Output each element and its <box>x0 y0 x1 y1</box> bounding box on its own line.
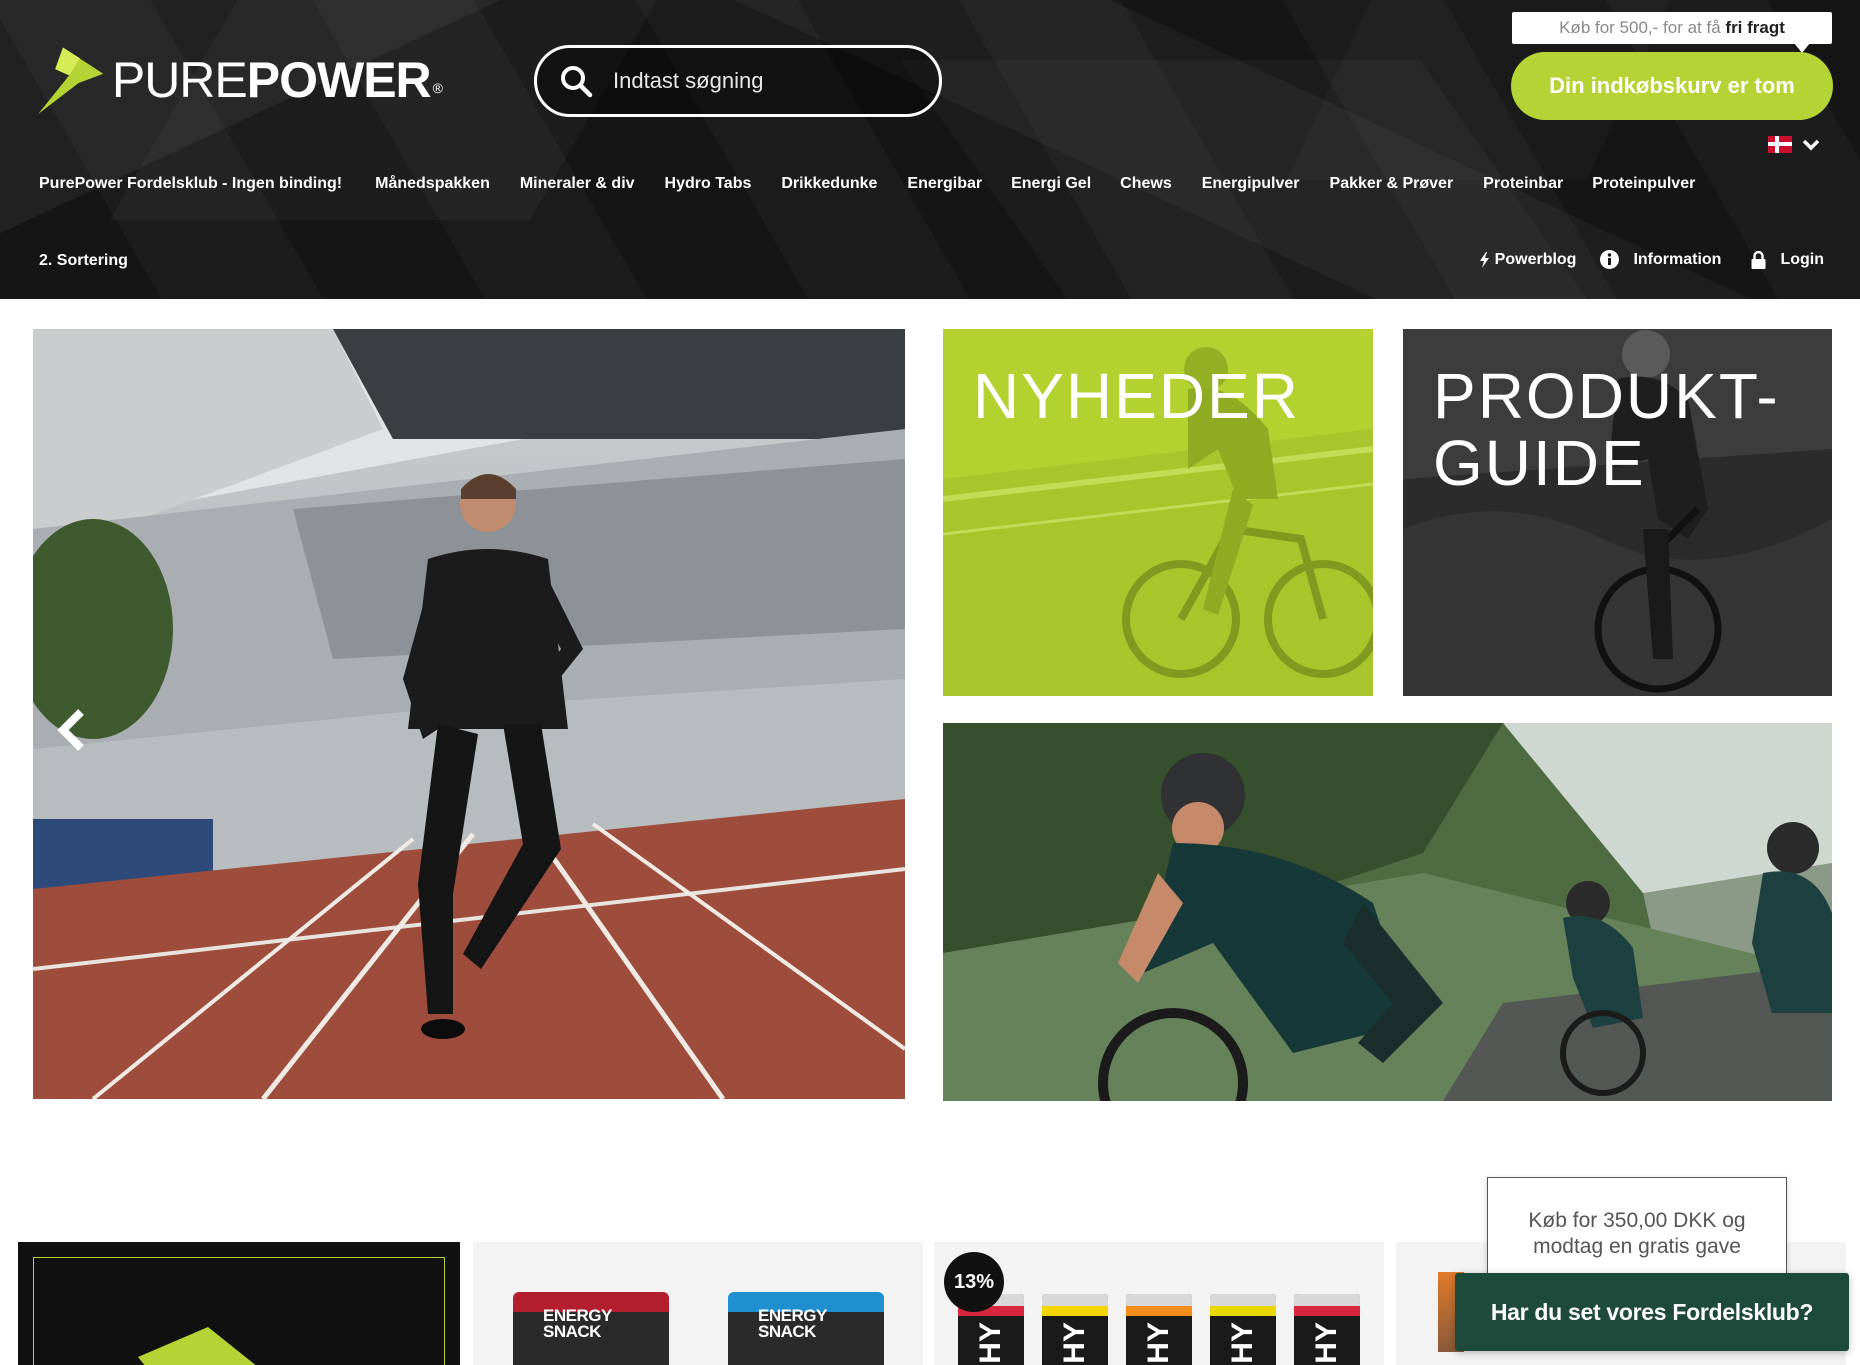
slider-prev-arrow-icon[interactable] <box>55 708 89 752</box>
hydro-tube: HY <box>1042 1294 1108 1365</box>
brand-name-part2: POWER <box>246 52 432 108</box>
free-shipping-text: Køb for 500,- for at få <box>1559 18 1726 37</box>
tube-label: HY <box>1226 1322 1259 1364</box>
main-navigation: PurePower Fordelsklub - Ingen binding! M… <box>39 175 1695 193</box>
nav-item-fordelsklub[interactable]: PurePower Fordelsklub - Ingen binding! <box>39 175 342 193</box>
tube-label: HY <box>1058 1322 1091 1364</box>
news-title: NYHEDER <box>973 360 1300 432</box>
product-card[interactable]: ENERGY SNACK ENERGY SNACK <box>473 1242 923 1365</box>
nav-item-energibar[interactable]: Energibar <box>907 175 982 193</box>
tube-label: HY <box>974 1322 1007 1364</box>
product-guide-title-line1: PRODUKT- <box>1433 360 1780 432</box>
nav-item-energipulver[interactable]: Energipulver <box>1202 175 1300 193</box>
secondary-navigation: Powerblog Information Login <box>1479 250 1824 269</box>
product-card[interactable] <box>18 1242 460 1365</box>
site-header: PUREPOWER® Køb for 500,- for at få fri f… <box>0 0 1860 299</box>
tube-band <box>1042 1306 1108 1316</box>
search-icon[interactable] <box>559 64 593 98</box>
nav-item-maanedspakken[interactable]: Månedspakken <box>375 175 490 193</box>
gift-notice-popup: Køb for 350,00 DKK og modtag en gratis g… <box>1487 1177 1787 1287</box>
registered-mark: ® <box>432 80 443 96</box>
free-shipping-bold: fri fragt <box>1725 18 1785 37</box>
danish-flag-icon <box>1768 136 1792 153</box>
nav-item-drikkedunke[interactable]: Drikkedunke <box>781 175 877 193</box>
hero-slider-image-runner[interactable] <box>33 329 905 1099</box>
energy-snack-pack-blue: ENERGY SNACK <box>728 1292 884 1365</box>
hydro-tube: HY <box>1210 1294 1276 1365</box>
discount-badge: 13% <box>944 1252 1004 1312</box>
snack-label: ENERGY SNACK <box>758 1307 827 1342</box>
brand-wordmark: PUREPOWER ® <box>111 52 443 108</box>
cycling-team-video-tile[interactable] <box>943 723 1832 1101</box>
login-link[interactable]: Login <box>1751 250 1824 269</box>
brand-name-part1: PURE <box>111 52 248 108</box>
nav-item-sortering[interactable]: 2. Sortering <box>39 252 128 270</box>
tube-cap <box>1042 1294 1108 1306</box>
energy-snack-pack-red: ENERGY SNACK <box>513 1292 669 1365</box>
product-guide-title: PRODUKT- GUIDE <box>1433 360 1780 500</box>
nav-item-energi-gel[interactable]: Energi Gel <box>1011 175 1091 193</box>
information-link[interactable]: Information <box>1600 250 1721 269</box>
language-selector[interactable] <box>1768 136 1820 153</box>
tube-cap <box>1210 1294 1276 1306</box>
login-label: Login <box>1780 250 1824 268</box>
news-tile[interactable]: NYHEDER <box>943 329 1373 696</box>
snack-label-line2: SNACK <box>758 1322 816 1342</box>
product-card[interactable]: HY HY HY HY HY <box>934 1242 1384 1365</box>
brand-logo[interactable]: PUREPOWER ® <box>32 32 443 128</box>
loyalty-club-button[interactable]: Har du set vores Fordelsklub? <box>1455 1273 1849 1351</box>
chevron-down-icon <box>1802 139 1820 150</box>
info-icon <box>1600 250 1620 269</box>
snack-label-line2: SNACK <box>543 1322 601 1342</box>
lightning-icon <box>1479 251 1489 268</box>
nav-item-chews[interactable]: Chews <box>1120 175 1172 193</box>
free-shipping-notice: Køb for 500,- for at få fri fragt <box>1512 12 1832 53</box>
tube-band <box>1294 1306 1360 1316</box>
information-label: Information <box>1633 250 1722 268</box>
gift-text-line1: Køb for 350,00 DKK og <box>1528 1209 1746 1232</box>
nav-item-proteinpulver[interactable]: Proteinpulver <box>1592 175 1695 193</box>
product-guide-title-line2: GUIDE <box>1433 427 1646 500</box>
tube-label: HY <box>1142 1322 1175 1364</box>
tube-cap <box>1126 1294 1192 1306</box>
nav-item-proteinbar[interactable]: Proteinbar <box>1483 175 1563 193</box>
nav-item-mineraler[interactable]: Mineraler & div <box>520 175 635 193</box>
hydro-tube: HY <box>1294 1294 1360 1365</box>
gift-text-line2: modtag en gratis gave <box>1533 1235 1741 1259</box>
cart-button[interactable]: Din indkøbskurv er tom <box>1511 52 1833 120</box>
search-box[interactable] <box>534 45 942 117</box>
nav-item-hydro-tabs[interactable]: Hydro Tabs <box>665 175 752 193</box>
nav-item-pakker-proever[interactable]: Pakker & Prøver <box>1330 175 1454 193</box>
tube-label: HY <box>1310 1322 1343 1364</box>
lightning-logo-icon <box>38 47 104 115</box>
cycling-team-illustration <box>943 723 1832 1101</box>
lock-icon <box>1751 250 1766 269</box>
search-input[interactable] <box>613 68 913 94</box>
lightning-logo-icon <box>138 1327 256 1365</box>
snack-label: ENERGY SNACK <box>543 1307 612 1342</box>
powerblog-link[interactable]: Powerblog <box>1479 250 1577 269</box>
tube-cap <box>1294 1294 1360 1306</box>
powerblog-label: Powerblog <box>1494 250 1577 268</box>
product-guide-tile[interactable]: PRODUKT- GUIDE <box>1403 329 1832 696</box>
tube-band <box>1126 1306 1192 1316</box>
stadium-runner-illustration <box>33 329 905 1099</box>
hydro-tube: HY <box>1126 1294 1192 1365</box>
tube-band <box>1210 1306 1276 1316</box>
